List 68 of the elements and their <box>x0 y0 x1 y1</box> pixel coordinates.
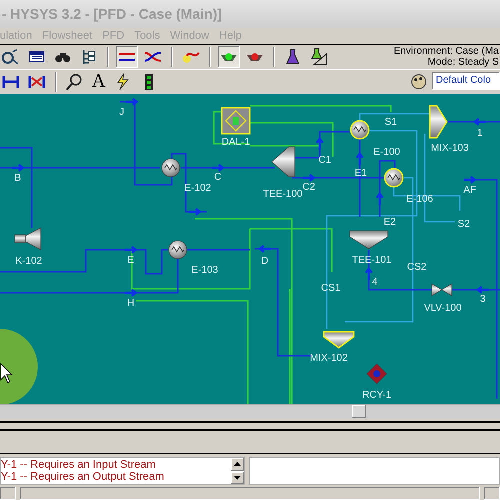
mixer-icon[interactable] <box>429 105 448 139</box>
splitter-icon[interactable] <box>350 230 388 250</box>
unit-label: K-102 <box>16 256 42 267</box>
scroll-down-button[interactable] <box>231 472 244 484</box>
stream-label: S1 <box>384 117 398 128</box>
down-arrow-icon <box>234 476 241 480</box>
up-arrow-icon <box>234 462 241 466</box>
connect-icon[interactable] <box>2 73 20 91</box>
stream-label: B <box>14 173 22 184</box>
menu-item[interactable]: Help <box>219 30 242 42</box>
stream-label: E2 <box>384 217 396 228</box>
menu-item[interactable]: Tools <box>134 30 160 42</box>
palette-icon[interactable] <box>410 73 428 91</box>
menu-item[interactable]: ulation <box>0 30 32 42</box>
stream-label: 1 <box>477 128 483 139</box>
stream-label: E1 <box>354 168 368 179</box>
stream-label: E <box>128 255 134 266</box>
stream-label: AF <box>464 185 476 196</box>
unit-label: TEE-100 <box>263 189 303 200</box>
heat-exchanger-icon[interactable] <box>168 240 188 260</box>
stream-label: S2 <box>458 219 470 230</box>
unit-label: E-102 <box>184 183 212 194</box>
message-line: Y-1 -- Requires an Output Stream <box>1 471 166 483</box>
stream-label: D <box>261 256 269 267</box>
unit-label: DAL-1 <box>222 137 250 148</box>
unit-label: MIX-103 <box>431 143 469 154</box>
unit-label: E-106 <box>406 194 434 205</box>
valve-icon[interactable] <box>432 283 452 297</box>
pane-splitter[interactable] <box>0 421 500 431</box>
menu-item[interactable]: Window <box>170 30 210 42</box>
unit-label: E-103 <box>192 265 218 276</box>
unit-label: TEE-101 <box>352 255 392 266</box>
horizontal-scrollbar[interactable] <box>0 404 500 419</box>
status-cell <box>0 487 16 500</box>
cursor-icon <box>0 363 13 384</box>
message-line: Y-1 -- Requires an Input Stream <box>1 459 157 471</box>
menu-item[interactable]: PFD <box>102 30 125 42</box>
stream-label: C1 <box>318 155 332 166</box>
unit-label: E-100 <box>374 147 400 158</box>
scroll-up-button[interactable] <box>231 458 244 470</box>
heat-exchanger-icon[interactable] <box>162 158 180 178</box>
balance-icon[interactable] <box>221 107 251 135</box>
color-scheme-dropdown[interactable]: Default Colo <box>432 72 500 90</box>
stream-label: J <box>120 107 124 118</box>
stream-label: 3 <box>480 294 486 305</box>
mixer-icon[interactable] <box>323 331 355 349</box>
text-tool-button[interactable]: A <box>90 71 108 93</box>
menu-item[interactable]: Flowsheet <box>42 30 93 42</box>
environment-label: Environment: Case (Ma <box>394 46 499 57</box>
window-title: - HYSYS 3.2 - [PFD - Case (Main)] <box>0 0 500 28</box>
stream-label: CS2 <box>407 262 427 273</box>
stream-label: CS1 <box>321 283 341 294</box>
scrollbar-thumb[interactable] <box>352 405 366 418</box>
stream-label: 4 <box>372 277 378 288</box>
status-cell <box>484 487 500 500</box>
stream-label: H <box>127 298 135 309</box>
unit-label: RCY-1 <box>362 390 392 401</box>
mode-label: Mode: Steady S <box>426 57 499 68</box>
flask-icon[interactable] <box>284 48 302 66</box>
disconnect-icon[interactable] <box>28 73 46 91</box>
flask-ruler-icon[interactable] <box>310 48 328 66</box>
compressor-icon[interactable] <box>14 228 42 250</box>
unit-label: MIX-102 <box>310 353 348 364</box>
stream-label: C2 <box>302 182 316 193</box>
unit-label: VLV-100 <box>424 303 462 314</box>
splitter-icon[interactable] <box>272 146 296 178</box>
stream-label: C <box>214 172 222 183</box>
zoom-icon[interactable] <box>66 73 84 91</box>
